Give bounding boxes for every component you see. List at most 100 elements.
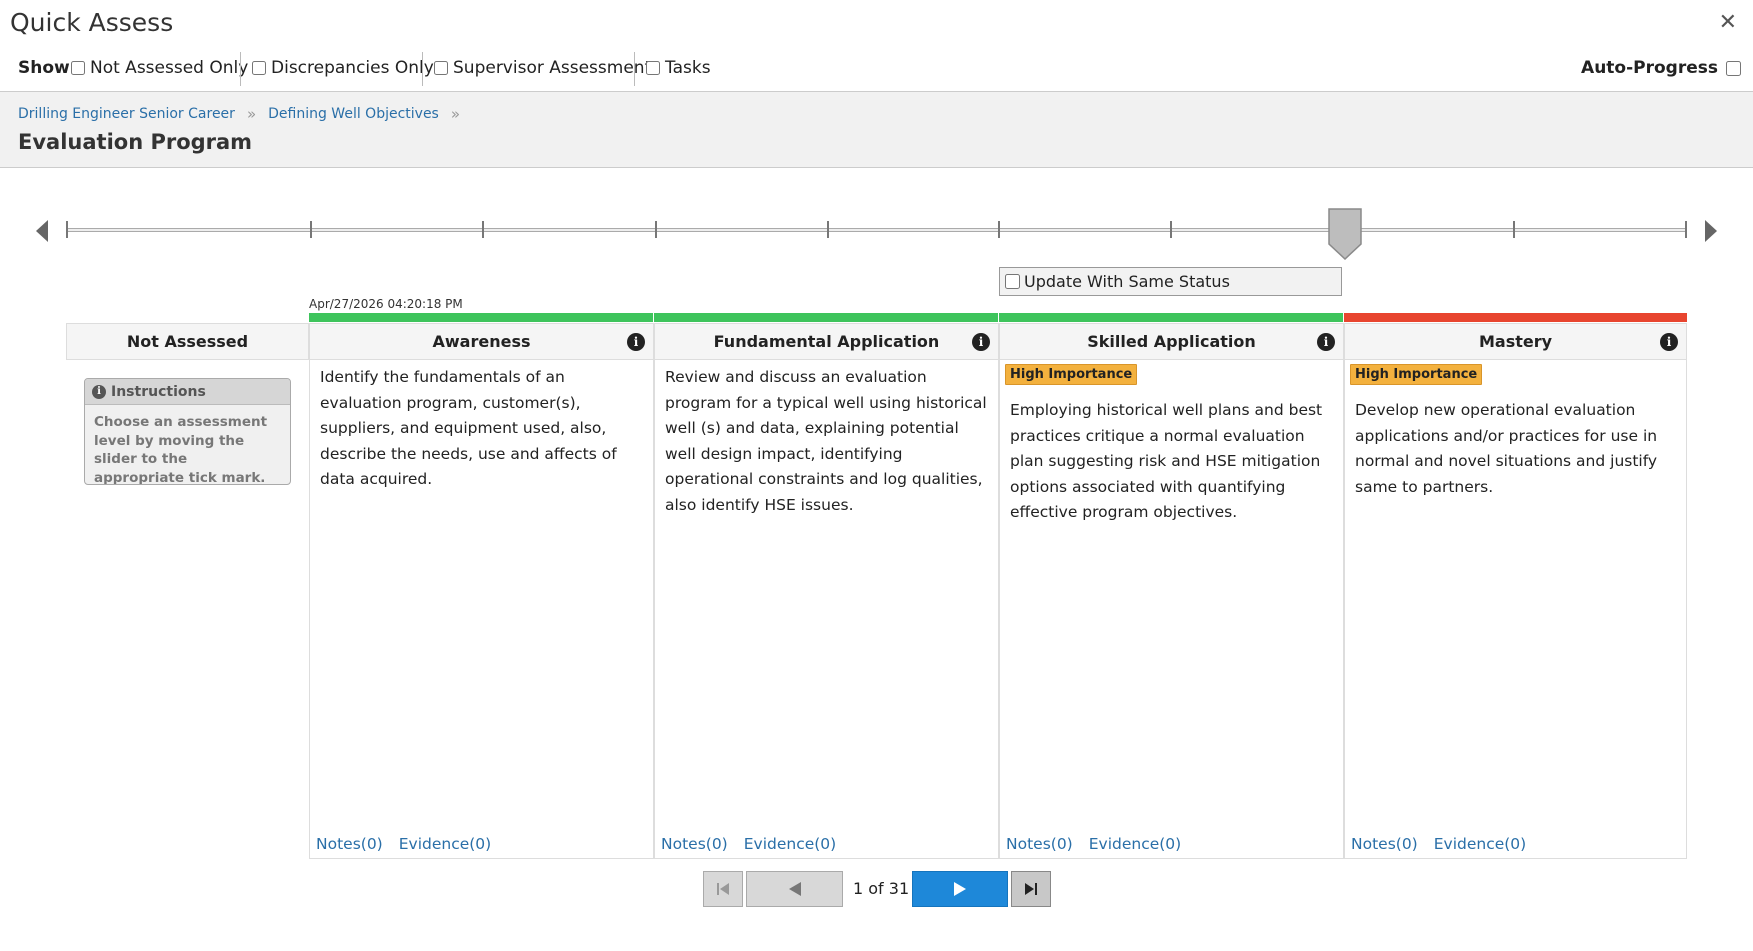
previous-arrow-icon: [788, 882, 801, 896]
column-title: Awareness: [432, 332, 531, 351]
status-bar-mastery: [1344, 313, 1687, 322]
level-description: Employing historical well plans and best…: [1010, 401, 1323, 521]
notes-link[interactable]: Notes(0): [661, 835, 728, 853]
level-links: Notes(0) Evidence(0): [1006, 835, 1181, 853]
update-same-status-toggle[interactable]: Update With Same Status: [999, 267, 1342, 296]
divider: [240, 52, 241, 86]
update-same-status-checkbox[interactable]: [1005, 274, 1020, 289]
high-importance-badge: High Importance: [1005, 364, 1138, 385]
header-band: Drilling Engineer Senior Career » Defini…: [0, 91, 1753, 168]
filter-label: Tasks: [665, 58, 711, 78]
filter-not-assessed-only[interactable]: Not Assessed Only: [71, 58, 248, 78]
page-indicator: 1 of 31: [853, 879, 910, 898]
filter-discrepancies-only[interactable]: Discrepancies Only: [252, 58, 434, 78]
breadcrumb-separator-icon: »: [450, 105, 461, 123]
window-title: Quick Assess: [10, 8, 174, 37]
level-description: Develop new operational evaluation appli…: [1355, 401, 1658, 496]
next-arrow-icon: [954, 882, 966, 896]
divider: [422, 52, 423, 86]
notes-link[interactable]: Notes(0): [316, 835, 383, 853]
info-icon[interactable]: i: [627, 333, 645, 351]
column-title: Not Assessed: [126, 332, 249, 351]
column-title: Skilled Application: [1087, 332, 1256, 351]
show-label: Show: [18, 58, 70, 78]
slider-tick[interactable]: [998, 221, 1000, 238]
pager: 1 of 31: [0, 868, 1753, 908]
info-icon[interactable]: i: [1317, 333, 1335, 351]
filter-label: Not Assessed Only: [90, 58, 249, 78]
slider-tick[interactable]: [66, 221, 68, 238]
page-title: Evaluation Program: [18, 130, 253, 154]
status-bar-awareness: [309, 313, 653, 322]
next-page-button[interactable]: [912, 871, 1008, 907]
column-title: Fundamental Application: [713, 332, 940, 351]
auto-progress-toggle[interactable]: Auto-Progress: [1581, 58, 1741, 78]
level-links: Notes(0) Evidence(0): [661, 835, 836, 853]
column-title: Mastery: [1478, 332, 1553, 351]
slider-tick[interactable]: [655, 221, 657, 238]
level-description: Review and discuss an evaluation program…: [665, 368, 987, 514]
column-header-not-assessed[interactable]: Not Assessed: [66, 323, 309, 360]
evidence-link[interactable]: Evidence(0): [1434, 835, 1527, 853]
level-card-mastery[interactable]: High Importance Develop new operational …: [1344, 359, 1687, 859]
instructions-panel: i Instructions Choose an assessment leve…: [84, 378, 291, 485]
first-page-button[interactable]: [703, 871, 743, 907]
info-icon[interactable]: i: [972, 333, 990, 351]
breadcrumb-item-career[interactable]: Drilling Engineer Senior Career: [18, 106, 235, 122]
close-icon[interactable]: ✕: [1719, 10, 1737, 35]
level-card-fundamental-application[interactable]: Review and discuss an evaluation program…: [654, 359, 999, 859]
slider-tick[interactable]: [482, 221, 484, 238]
slider-right-arrow-icon[interactable]: [1705, 220, 1717, 242]
breadcrumb-item-competency[interactable]: Defining Well Objectives: [268, 106, 439, 122]
slider-thumb[interactable]: [1328, 208, 1362, 260]
not-assessed-only-checkbox[interactable]: [71, 61, 85, 75]
filter-label: Discrepancies Only: [271, 58, 434, 78]
column-header-fundamental-application[interactable]: Fundamental Application i: [654, 323, 999, 360]
tasks-checkbox[interactable]: [646, 61, 660, 75]
evidence-link[interactable]: Evidence(0): [399, 835, 492, 853]
level-card-awareness[interactable]: Identify the fundamentals of an evaluati…: [309, 359, 654, 859]
status-bar-skilled: [999, 313, 1343, 322]
level-links: Notes(0) Evidence(0): [316, 835, 491, 853]
slider-left-arrow-icon[interactable]: [36, 220, 48, 242]
previous-page-button[interactable]: [746, 871, 843, 907]
filter-bar: Show Not Assessed Only Discrepancies Onl…: [0, 52, 1753, 86]
level-description: Identify the fundamentals of an evaluati…: [320, 368, 617, 488]
breadcrumb-separator-icon: »: [246, 105, 257, 123]
assessment-slider: [0, 200, 1753, 260]
slider-tick[interactable]: [1170, 221, 1172, 238]
slider-tick[interactable]: [310, 221, 312, 238]
column-header-mastery[interactable]: Mastery i: [1344, 323, 1687, 360]
filter-tasks[interactable]: Tasks: [646, 58, 711, 78]
level-card-skilled-application[interactable]: High Importance Employing historical wel…: [999, 359, 1344, 859]
info-icon[interactable]: i: [1660, 333, 1678, 351]
title-bar: Quick Assess ✕: [0, 0, 1753, 48]
auto-progress-checkbox[interactable]: [1726, 60, 1741, 76]
notes-link[interactable]: Notes(0): [1351, 835, 1418, 853]
evidence-link[interactable]: Evidence(0): [744, 835, 837, 853]
filter-supervisor-assessment[interactable]: Supervisor Assessment: [434, 58, 651, 78]
instructions-header: i Instructions: [85, 379, 290, 405]
first-page-icon: [717, 883, 729, 895]
instructions-text: Choose an assessment level by moving the…: [94, 414, 268, 485]
column-header-skilled-application[interactable]: Skilled Application i: [999, 323, 1344, 360]
last-page-button[interactable]: [1011, 871, 1051, 907]
auto-progress-label: Auto-Progress: [1581, 58, 1718, 78]
info-icon: i: [92, 384, 106, 399]
level-links: Notes(0) Evidence(0): [1351, 835, 1526, 853]
high-importance-badge: High Importance: [1350, 364, 1483, 385]
slider-tick[interactable]: [1513, 221, 1515, 238]
filter-label: Supervisor Assessment: [453, 58, 652, 78]
assessment-timestamp: Apr/27/2026 04:20:18 PM: [309, 297, 463, 311]
column-header-awareness[interactable]: Awareness i: [309, 323, 654, 360]
notes-link[interactable]: Notes(0): [1006, 835, 1073, 853]
slider-tick[interactable]: [1685, 221, 1687, 238]
evidence-link[interactable]: Evidence(0): [1089, 835, 1182, 853]
breadcrumb: Drilling Engineer Senior Career » Defini…: [18, 105, 472, 123]
supervisor-assessment-checkbox[interactable]: [434, 61, 448, 75]
instructions-title: Instructions: [111, 383, 206, 400]
discrepancies-only-checkbox[interactable]: [252, 61, 266, 75]
slider-tick[interactable]: [827, 221, 829, 238]
update-same-status-label: Update With Same Status: [1024, 272, 1230, 291]
last-page-icon: [1025, 883, 1037, 895]
